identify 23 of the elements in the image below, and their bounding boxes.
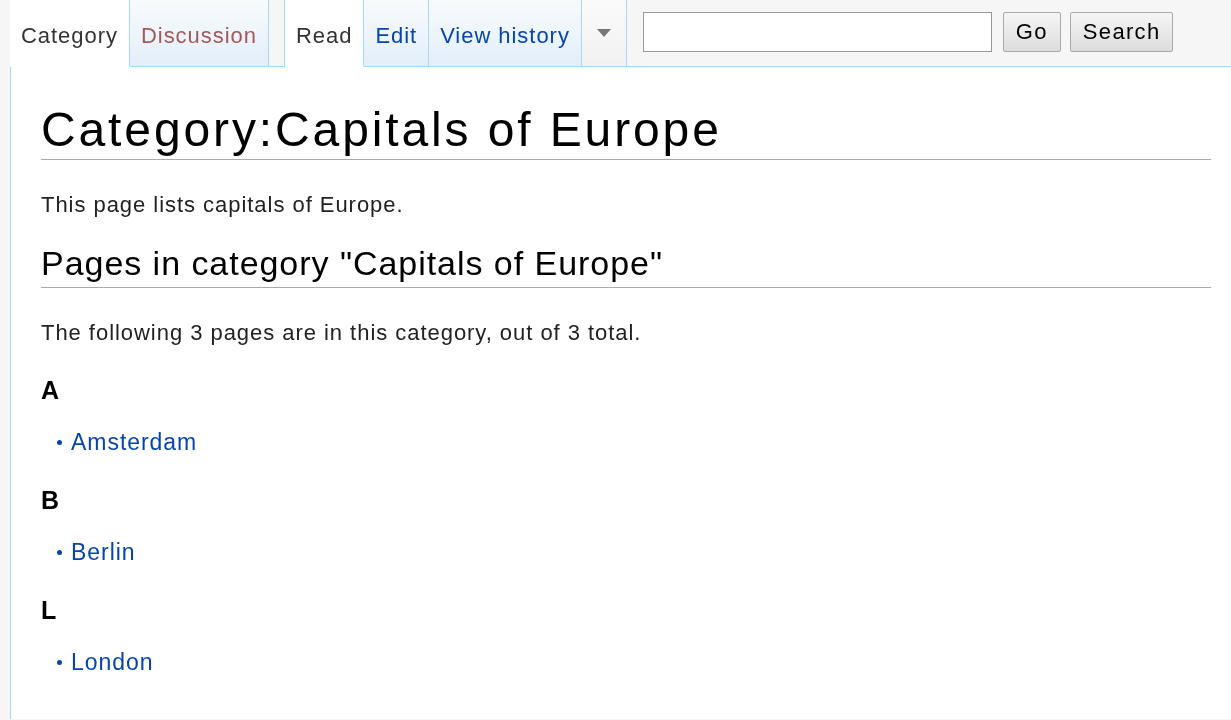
page-link[interactable]: Berlin — [71, 538, 136, 566]
tab[interactable]: Category — [10, 0, 130, 67]
bullet-icon — [57, 439, 62, 445]
letter-heading: A — [41, 374, 61, 405]
intro-text: This page lists capitals of Europe. — [41, 190, 405, 218]
page-link[interactable]: Amsterdam — [71, 428, 198, 456]
page-title: Category:Capitals of Europe — [41, 66, 1211, 160]
more-menu-tab[interactable] — [581, 0, 627, 67]
bullet-icon — [57, 549, 62, 555]
search-field[interactable] — [642, 12, 992, 52]
tab[interactable]: Discussion — [129, 0, 269, 67]
letter-heading: B — [41, 484, 61, 515]
tab[interactable]: View history — [429, 0, 582, 67]
bullet-icon — [57, 659, 62, 665]
go-button[interactable]: Go — [1002, 12, 1061, 52]
caret-icon — [596, 29, 611, 37]
page-link[interactable]: London — [71, 648, 154, 676]
tab[interactable]: Read — [284, 0, 365, 67]
letter-heading: L — [41, 594, 59, 625]
tab[interactable]: Edit — [364, 0, 430, 67]
section-heading: Pages in category "Capitals of Europe" — [41, 217, 1211, 288]
count-text: The following 3 pages are in this category, out of 3 total. — [41, 318, 643, 346]
search-button[interactable]: Search — [1069, 12, 1174, 52]
